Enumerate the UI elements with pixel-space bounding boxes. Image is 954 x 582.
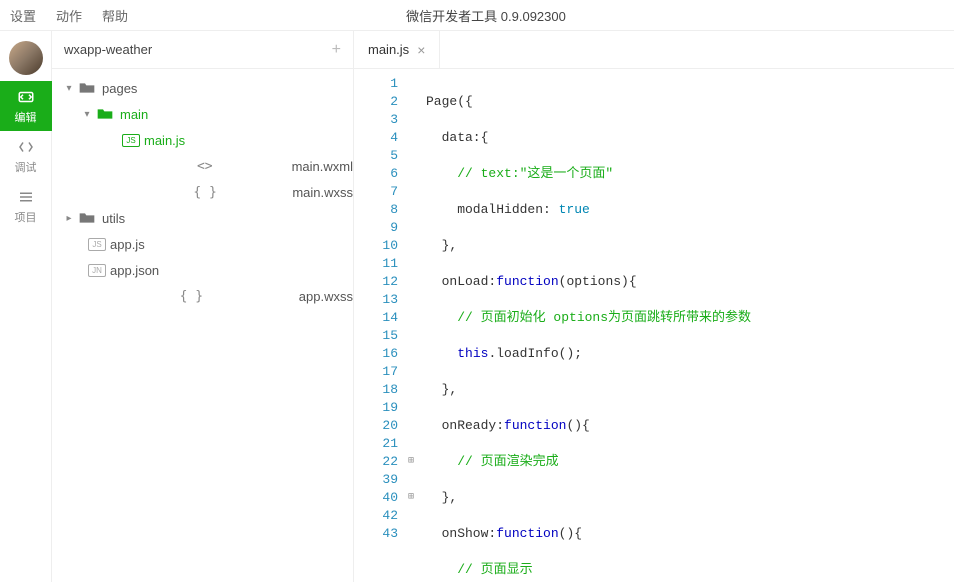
file-tree: pages main JS main.js <> main.wxml { } m… [52,69,353,315]
close-icon[interactable]: × [417,42,425,58]
chevron-down-icon [82,109,92,120]
tree-label: app.json [110,263,159,278]
edit-icon [17,88,35,106]
tree-file-mainwxss[interactable]: { } main.wxss [52,179,353,205]
tree-label: app.wxss [299,289,353,304]
tree-label: main.wxml [292,159,353,174]
wxss-icon: { } [88,288,295,304]
rail-debug-label: 调试 [15,159,37,175]
tree-folder-main[interactable]: main [52,101,353,127]
window-title: 微信开发者工具 0.9.092300 [406,6,566,25]
folder-icon [76,80,98,96]
js-icon: JS [122,134,140,147]
left-rail: 编辑 调试 项目 [0,31,52,582]
project-header: wxapp-weather + [52,31,353,69]
fold-gutter: ⊞⊞ [404,69,418,582]
add-file-button[interactable]: + [332,41,341,59]
tree-label: utils [102,211,125,226]
tree-folder-pages[interactable]: pages [52,75,353,101]
menu-settings[interactable]: 设置 [10,6,36,25]
tree-file-mainwxml[interactable]: <> main.wxml [52,153,353,179]
tab-mainjs[interactable]: main.js × [354,31,440,68]
tree-file-appjs[interactable]: JS app.js [52,231,353,257]
menu-icon [17,188,35,206]
chevron-down-icon [64,83,74,94]
avatar[interactable] [9,41,43,75]
chevron-right-icon [64,213,74,224]
wxss-icon: { } [122,184,288,200]
rail-edit-label: 编辑 [15,109,37,125]
tree-folder-utils[interactable]: utils [52,205,353,231]
project-name: wxapp-weather [64,42,152,57]
editor-tabs: main.js × [354,31,954,69]
folder-icon [94,106,116,122]
tab-label: main.js [368,42,409,57]
file-tree-pane: wxapp-weather + pages main JS main.js <> [52,31,354,582]
debug-icon [17,138,35,156]
code-content[interactable]: Page({ data:{ // text:"这是一个页面" modalHidd… [418,69,954,582]
tree-label: main [120,107,148,122]
editor-pane: main.js × 123456789101112131415161718192… [354,31,954,582]
tree-label: main.js [144,133,185,148]
rail-project[interactable]: 项目 [0,181,52,231]
menu-actions[interactable]: 动作 [56,6,82,25]
rail-debug[interactable]: 调试 [0,131,52,181]
tree-file-mainjs[interactable]: JS main.js [52,127,353,153]
tree-label: pages [102,81,137,96]
menubar: 设置 动作 帮助 微信开发者工具 0.9.092300 [0,0,954,30]
rail-project-label: 项目 [15,209,37,225]
wxml-icon: <> [122,158,288,174]
js-icon: JS [88,238,106,251]
folder-icon [76,210,98,226]
tree-file-appjson[interactable]: JN app.json [52,257,353,283]
tree-label: app.js [110,237,145,252]
tree-label: main.wxss [292,185,353,200]
code-editor[interactable]: 1234567891011121314151617181920212239404… [354,69,954,582]
tree-file-appwxss[interactable]: { } app.wxss [52,283,353,309]
menu-help[interactable]: 帮助 [102,6,128,25]
rail-edit[interactable]: 编辑 [0,81,52,131]
json-icon: JN [88,264,106,277]
line-gutter: 1234567891011121314151617181920212239404… [354,69,404,582]
